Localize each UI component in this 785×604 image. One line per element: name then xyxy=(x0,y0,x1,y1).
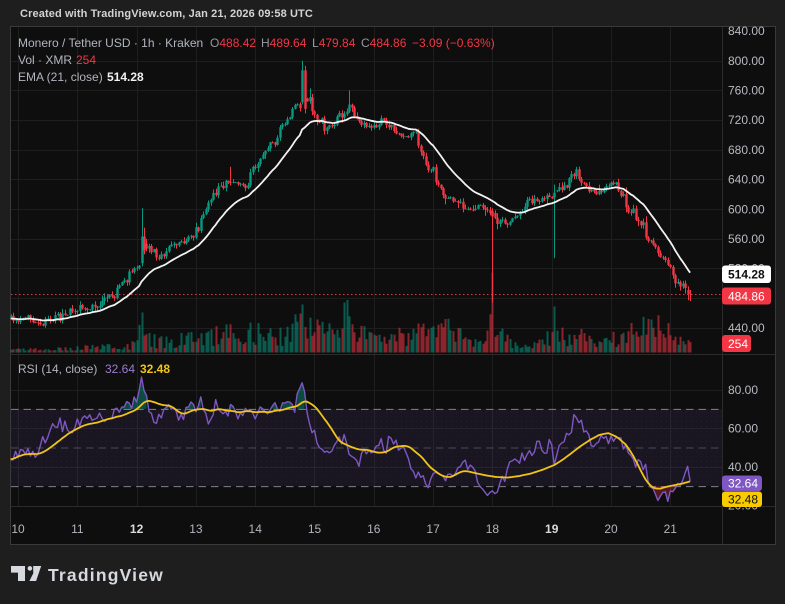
svg-text:L479.84: L479.84 xyxy=(312,36,356,50)
svg-text:720.00: 720.00 xyxy=(728,113,765,127)
svg-text:H489.64: H489.64 xyxy=(261,36,307,50)
svg-text:40.00: 40.00 xyxy=(728,460,758,474)
svg-text:−3.09 (−0.63%): −3.09 (−0.63%) xyxy=(412,36,495,50)
svg-text:640.00: 640.00 xyxy=(728,173,765,187)
svg-text:254: 254 xyxy=(76,53,96,67)
svg-text:14: 14 xyxy=(249,522,263,536)
svg-text:11: 11 xyxy=(71,522,84,536)
svg-text:18: 18 xyxy=(486,522,500,536)
svg-text:Monero / Tether USD · 1h · Kra: Monero / Tether USD · 1h · Kraken xyxy=(18,36,203,50)
svg-text:32.64: 32.64 xyxy=(105,362,135,376)
svg-text:Created with TradingView.com,: Created with TradingView.com, Jan 21, 20… xyxy=(20,8,313,20)
svg-text:15: 15 xyxy=(308,522,322,536)
svg-text:680.00: 680.00 xyxy=(728,143,765,157)
svg-text:32.48: 32.48 xyxy=(728,493,758,507)
svg-text:10: 10 xyxy=(11,522,25,536)
svg-text:32.64: 32.64 xyxy=(728,477,758,491)
svg-text:600.00: 600.00 xyxy=(728,202,765,216)
svg-text:21: 21 xyxy=(664,522,678,536)
svg-text:80.00: 80.00 xyxy=(728,383,758,397)
svg-text:13: 13 xyxy=(189,522,203,536)
svg-text:514.28: 514.28 xyxy=(107,70,144,84)
svg-text:32.48: 32.48 xyxy=(140,362,170,376)
svg-text:TradingView: TradingView xyxy=(48,565,164,585)
svg-text:EMA (21, close): EMA (21, close) xyxy=(18,70,103,84)
svg-text:20: 20 xyxy=(604,522,618,536)
svg-text:17: 17 xyxy=(426,522,440,536)
svg-text:O488.42: O488.42 xyxy=(210,36,256,50)
svg-text:760.00: 760.00 xyxy=(728,84,765,98)
svg-text:800.00: 800.00 xyxy=(728,54,765,68)
svg-text:16: 16 xyxy=(367,522,381,536)
svg-text:Vol · XMR: Vol · XMR xyxy=(18,53,72,67)
svg-text:440.00: 440.00 xyxy=(728,321,765,335)
svg-text:RSI (14, close): RSI (14, close) xyxy=(18,362,97,376)
svg-text:19: 19 xyxy=(545,522,559,536)
svg-text:60.00: 60.00 xyxy=(728,421,758,435)
svg-text:12: 12 xyxy=(130,522,144,536)
svg-text:560.00: 560.00 xyxy=(728,232,765,246)
svg-text:254: 254 xyxy=(728,337,748,351)
svg-text:484.86: 484.86 xyxy=(728,289,765,303)
svg-text:514.28: 514.28 xyxy=(728,268,765,282)
svg-text:840.00: 840.00 xyxy=(728,24,765,38)
svg-text:C484.86: C484.86 xyxy=(361,36,407,50)
